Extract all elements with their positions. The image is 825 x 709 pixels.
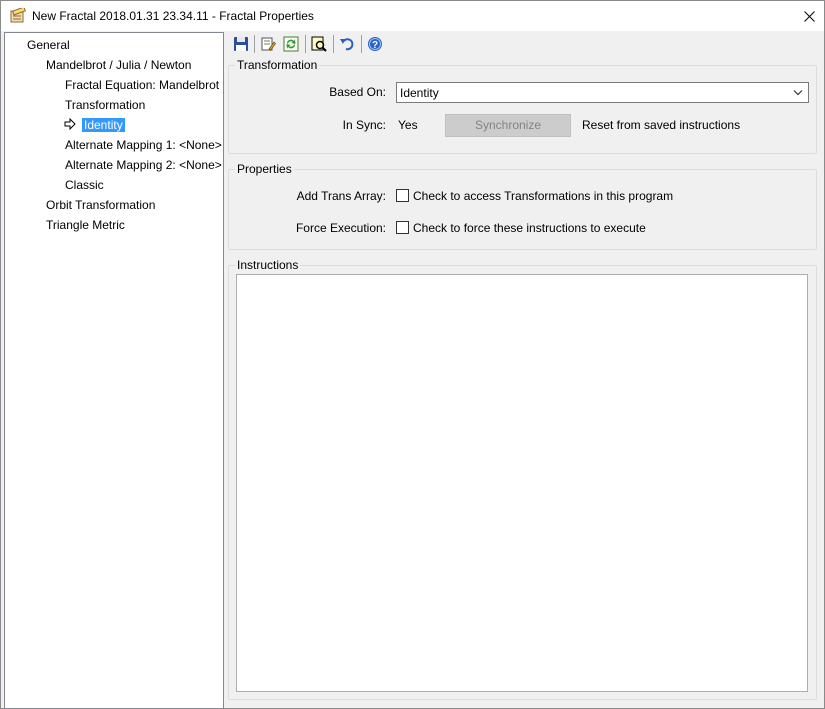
tree-item-alternate-mapping-2[interactable]: Alternate Mapping 2: <None> — [65, 157, 222, 173]
current-item-arrow-icon — [64, 117, 76, 131]
add-trans-array-label: Add Trans Array: — [296, 189, 386, 203]
tree-item-orbit-transformation[interactable]: Orbit Transformation — [46, 197, 155, 213]
refresh-button[interactable] — [281, 34, 301, 54]
save-button[interactable] — [231, 34, 251, 54]
tree-item-identity[interactable]: Identity — [82, 117, 125, 133]
in-sync-label: In Sync: — [342, 118, 386, 132]
properties-window: New Fractal 2018.01.31 23.34.11 - Fracta… — [0, 0, 825, 709]
based-on-select[interactable]: Identity — [396, 82, 809, 103]
chevron-down-icon — [793, 90, 803, 96]
undo-button[interactable] — [337, 34, 357, 54]
properties-group-title: Properties — [235, 162, 294, 176]
in-sync-value: Yes — [398, 118, 418, 132]
close-button[interactable] — [794, 1, 824, 31]
transformation-group-title: Transformation — [235, 58, 320, 72]
add-trans-array-text: Check to access Transformations in this … — [413, 189, 674, 203]
properties-tree[interactable]: General Mandelbrot / Julia / Newton Frac… — [4, 32, 224, 709]
window-title: New Fractal 2018.01.31 23.34.11 - Fracta… — [32, 9, 314, 23]
tree-item-transformation[interactable]: Transformation — [65, 97, 145, 113]
preview-button[interactable] — [309, 34, 329, 54]
save-icon — [234, 37, 248, 51]
force-execution-checkbox[interactable] — [396, 221, 409, 234]
based-on-value: Identity — [400, 86, 439, 100]
help-button[interactable]: ? — [365, 34, 385, 54]
reset-saved-instructions-link[interactable]: Reset from saved instructions — [582, 118, 740, 132]
edit-button[interactable] — [258, 34, 278, 54]
tree-item-general[interactable]: General — [27, 37, 70, 53]
instructions-textarea[interactable] — [236, 274, 808, 692]
edit-icon — [261, 37, 276, 52]
synchronize-button[interactable]: Synchronize — [445, 114, 571, 137]
transformation-group: Transformation — [228, 58, 817, 154]
app-icon — [10, 6, 26, 24]
based-on-label: Based On: — [329, 85, 386, 99]
tree-item-mandelbrot-julia-newton[interactable]: Mandelbrot / Julia / Newton — [46, 57, 191, 73]
tree-item-classic[interactable]: Classic — [65, 177, 104, 193]
force-execution-label: Force Execution: — [295, 221, 386, 235]
help-icon: ? — [368, 37, 382, 51]
properties-group: Properties — [228, 162, 817, 250]
tree-item-triangle-metric[interactable]: Triangle Metric — [46, 217, 125, 233]
undo-icon — [340, 38, 354, 51]
title-bar: New Fractal 2018.01.31 23.34.11 - Fracta… — [1, 1, 824, 31]
preview-icon — [311, 36, 327, 52]
tree-item-alternate-mapping-1[interactable]: Alternate Mapping 1: <None> — [65, 137, 222, 153]
svg-text:?: ? — [372, 40, 378, 51]
force-execution-text: Check to force these instructions to exe… — [413, 221, 646, 235]
tree-item-fractal-equation[interactable]: Fractal Equation: Mandelbrot — [65, 77, 219, 93]
toolbar: ? — [229, 33, 819, 55]
add-trans-array-checkbox[interactable] — [396, 189, 409, 202]
instructions-group-title: Instructions — [235, 258, 301, 272]
refresh-icon — [283, 36, 299, 52]
close-icon — [803, 10, 815, 22]
